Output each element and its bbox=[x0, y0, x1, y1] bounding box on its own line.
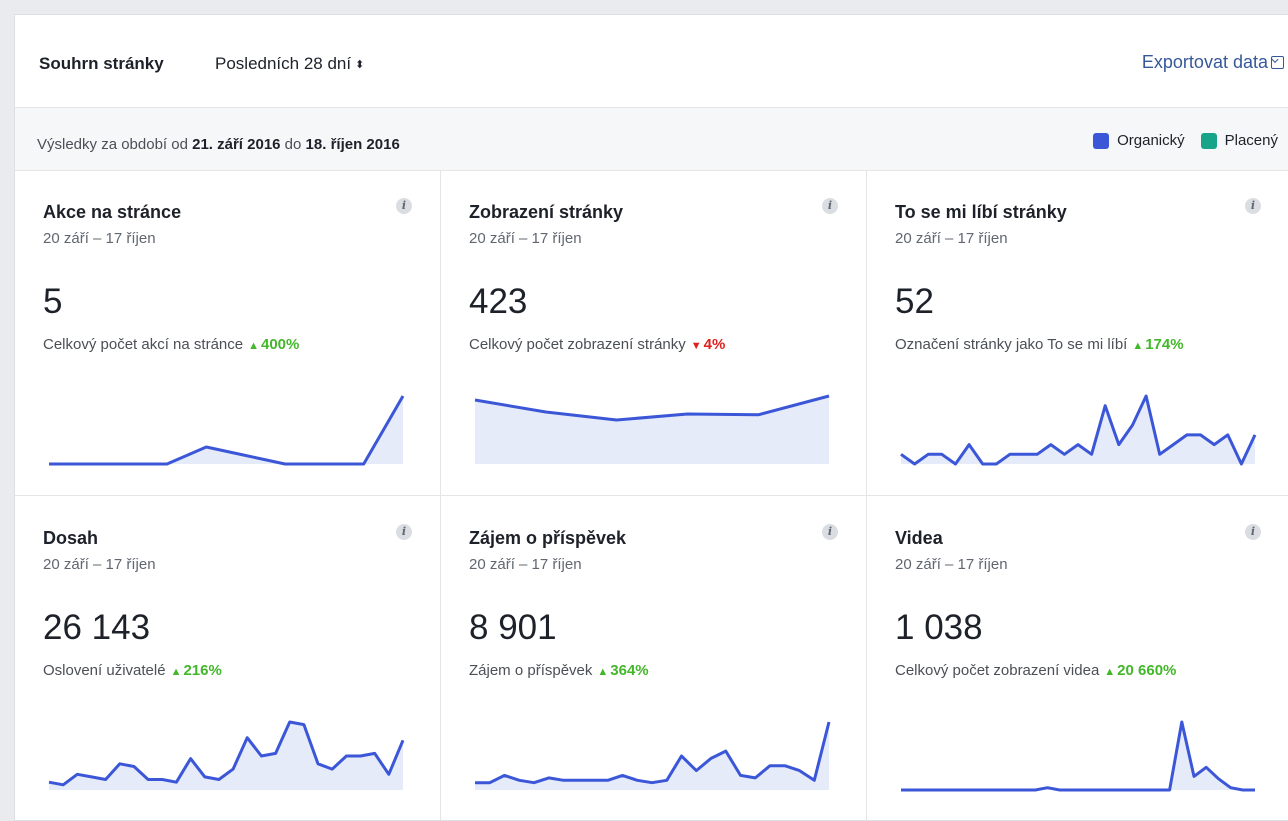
triangle-down-icon: ▼ bbox=[690, 340, 702, 352]
triangle-up-icon: ▲ bbox=[1104, 666, 1116, 678]
card-description: Zájem o příspěvek ▲ 364% bbox=[469, 662, 649, 679]
range-end: 18. říjen 2016 bbox=[305, 136, 400, 153]
card-date: 20 září – 17 říjen bbox=[43, 230, 156, 247]
card-value: 8 901 bbox=[469, 608, 557, 647]
card-title: Akce na stránce bbox=[43, 202, 182, 222]
delta-value: 364% bbox=[610, 662, 649, 679]
sparkline-chart bbox=[475, 721, 831, 790]
triangle-up-icon: ▲ bbox=[597, 666, 609, 678]
info-icon[interactable]: i bbox=[1245, 198, 1261, 214]
delta-badge: ▲ 20 660% bbox=[1104, 662, 1176, 679]
card-reach[interactable]: Dosah 20 září – 17 říjen i 26 143 Oslove… bbox=[15, 496, 441, 820]
card-desc-text: Zájem o příspěvek bbox=[469, 662, 593, 679]
card-page-views[interactable]: Zobrazení stránky 20 září – 17 říjen i 4… bbox=[441, 170, 867, 496]
legend-item-paid[interactable]: Placený bbox=[1200, 132, 1278, 149]
delta-value: 400% bbox=[261, 336, 300, 353]
info-icon[interactable]: i bbox=[822, 524, 838, 540]
card-title: Dosah bbox=[43, 528, 99, 548]
legend-swatch-paid bbox=[1200, 132, 1217, 149]
sparkline-area bbox=[49, 396, 403, 464]
delta-value: 174% bbox=[1145, 336, 1184, 353]
card-date: 20 září – 17 říjen bbox=[895, 556, 1008, 573]
sparkline-chart bbox=[49, 395, 405, 466]
card-page-likes[interactable]: To se mi líbí stránky 20 září – 17 říjen… bbox=[867, 170, 1288, 496]
delta-badge: ▲ 216% bbox=[171, 662, 222, 679]
sparkline-area bbox=[475, 396, 829, 464]
info-icon[interactable]: i bbox=[396, 524, 412, 540]
card-page-actions[interactable]: Akce na stránce 20 září – 17 říjen i 5 C… bbox=[15, 170, 441, 496]
sparkline-chart bbox=[900, 394, 1257, 466]
period-selector[interactable]: Posledních 28 dní ⬍ bbox=[215, 54, 364, 74]
card-description: Označení stránky jako To se mi líbí ▲ 174% bbox=[895, 336, 1184, 353]
range-mid: do bbox=[280, 136, 306, 153]
export-label: Exportovat data bbox=[1141, 52, 1268, 72]
card-date: 20 září – 17 říjen bbox=[469, 556, 582, 573]
range-prefix: Výsledky za období od bbox=[37, 136, 193, 153]
download-icon bbox=[1271, 56, 1284, 69]
legend-swatch-organic bbox=[1093, 132, 1110, 149]
legend-label-paid: Placený bbox=[1224, 132, 1278, 149]
card-description: Celkový počet zobrazení stránky ▼ 4% bbox=[469, 336, 725, 353]
card-value: 423 bbox=[469, 282, 528, 321]
sparkline-chart bbox=[474, 394, 830, 464]
card-value: 1 038 bbox=[895, 608, 983, 647]
card-description: Celkový počet zobrazení videa ▲ 20 660% bbox=[895, 662, 1176, 679]
card-desc-text: Oslovení uživatelé bbox=[43, 662, 166, 679]
card-title: To se mi líbí stránky bbox=[895, 202, 1067, 222]
card-date: 20 září – 17 říjen bbox=[43, 556, 156, 573]
summary-title: Souhrn stránky bbox=[39, 54, 164, 73]
card-date: 20 září – 17 říjen bbox=[469, 230, 582, 247]
delta-value: 20 660% bbox=[1117, 662, 1177, 679]
date-range-text: Výsledky za období od 21. září 2016 do 1… bbox=[37, 136, 400, 153]
period-label: Posledních 28 dní bbox=[215, 54, 352, 73]
card-desc-text: Označení stránky jako To se mi líbí bbox=[895, 336, 1128, 353]
card-description: Oslovení uživatelé ▲ 216% bbox=[43, 662, 222, 679]
triangle-up-icon: ▲ bbox=[170, 666, 182, 678]
info-icon[interactable]: i bbox=[1245, 524, 1261, 540]
summary-header: Souhrn stránky Posledních 28 dní ⬍ Export… bbox=[15, 15, 1288, 108]
card-title: Videa bbox=[895, 528, 943, 548]
card-post-engagement[interactable]: Zájem o příspěvek 20 září – 17 říjen i 8… bbox=[441, 496, 867, 820]
delta-badge: ▲ 174% bbox=[1132, 336, 1183, 353]
delta-badge: ▲ 400% bbox=[248, 336, 299, 353]
card-title: Zájem o příspěvek bbox=[469, 528, 627, 548]
legend: Organický Placený bbox=[1077, 132, 1278, 149]
card-date: 20 září – 17 říjen bbox=[895, 230, 1008, 247]
delta-value: 216% bbox=[183, 662, 222, 679]
card-title: Zobrazení stránky bbox=[469, 202, 624, 222]
export-data-link[interactable]: Exportovat data bbox=[1142, 52, 1284, 73]
sparkline-area bbox=[475, 722, 829, 790]
card-value: 26 143 bbox=[43, 608, 151, 647]
sort-arrows-icon: ⬍ bbox=[355, 59, 365, 71]
triangle-up-icon: ▲ bbox=[1132, 340, 1144, 352]
card-videos[interactable]: Videa 20 září – 17 říjen i 1 038 Celkový… bbox=[867, 496, 1288, 820]
sparkline-chart bbox=[901, 720, 1255, 792]
card-desc-text: Celkový počet zobrazení stránky bbox=[469, 336, 686, 353]
legend-label-organic: Organický bbox=[1117, 132, 1185, 149]
range-start: 21. září 2016 bbox=[192, 136, 281, 153]
info-icon[interactable]: i bbox=[822, 198, 838, 214]
card-value: 52 bbox=[895, 282, 934, 321]
delta-value: 4% bbox=[703, 336, 726, 353]
triangle-up-icon: ▲ bbox=[248, 340, 259, 352]
info-icon[interactable]: i bbox=[396, 198, 412, 214]
sparkline-area bbox=[901, 396, 1255, 464]
legend-item-organic[interactable]: Organický bbox=[1093, 132, 1185, 149]
card-description: Celkový počet akcí na stránce ▲ 400% bbox=[43, 336, 299, 353]
card-desc-text: Celkový počet akcí na stránce bbox=[43, 336, 244, 353]
sparkline-chart bbox=[48, 720, 405, 790]
sparkline-area bbox=[901, 722, 1255, 790]
delta-badge: ▼ 4% bbox=[691, 336, 726, 353]
card-desc-text: Celkový počet zobrazení videa bbox=[895, 662, 1100, 679]
delta-badge: ▲ 364% bbox=[597, 662, 648, 679]
card-value: 5 bbox=[43, 282, 63, 321]
date-range-bar: Výsledky za období od 21. září 2016 do 1… bbox=[15, 108, 1288, 171]
page-summary-panel: Souhrn stránky Posledních 28 dní ⬍ Export… bbox=[14, 14, 1288, 821]
